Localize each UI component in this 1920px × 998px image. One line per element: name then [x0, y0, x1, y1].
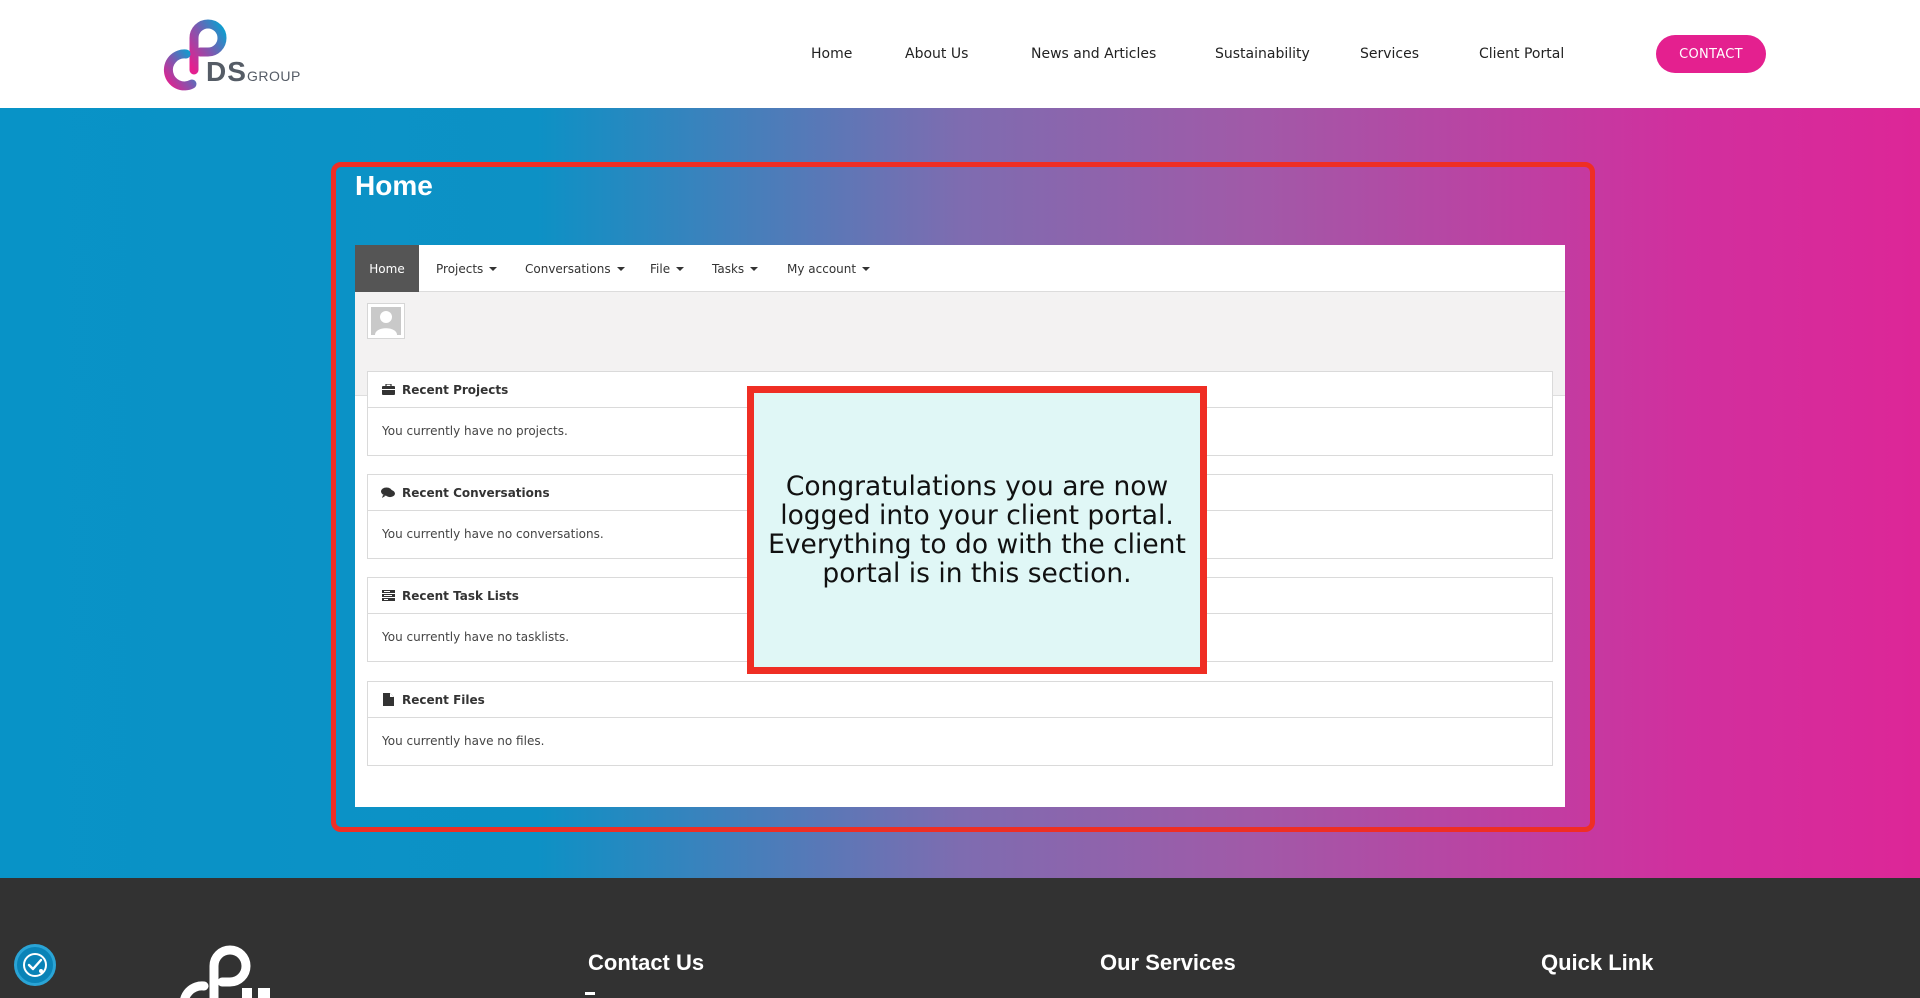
panel-title: Recent Task Lists: [402, 588, 519, 603]
user-placeholder-icon: [371, 307, 401, 335]
panel-title: Recent Projects: [402, 382, 509, 397]
logo-subtext: GROUP: [247, 68, 301, 84]
portal-tab-file[interactable]: File: [650, 245, 685, 292]
footer-heading-quick-link: Quick Link: [1541, 950, 1654, 975]
accessibility-check-icon: [23, 953, 47, 977]
portal-tab-label: File: [650, 261, 671, 276]
welcome-callout: Congratulations you are now logged into …: [747, 386, 1207, 674]
recent-files-panel: Recent Files You currently have no files…: [367, 681, 1553, 766]
portal-tab-label: Conversations: [525, 261, 611, 276]
portal-tab-projects[interactable]: Projects: [436, 245, 498, 292]
panel-body: You currently have no projects.: [382, 424, 568, 438]
portal-tab-label: Tasks: [712, 261, 745, 276]
footer-logo[interactable]: [164, 940, 284, 998]
accessibility-button[interactable]: [14, 944, 56, 986]
caret-down-icon: [616, 266, 625, 271]
site-footer: Contact Us Our Services Quick Link: [0, 878, 1920, 998]
footer-divider: [585, 992, 595, 995]
nav-client-portal[interactable]: Client Portal: [1479, 46, 1564, 62]
caret-down-icon: [750, 266, 759, 271]
contact-button[interactable]: CONTACT: [1656, 35, 1766, 73]
nav-about-us[interactable]: About Us: [905, 46, 968, 62]
portal-tab-home[interactable]: Home: [355, 245, 419, 292]
panel-title: Recent Conversations: [402, 485, 550, 500]
panel-header: Recent Files: [368, 682, 1552, 718]
caret-down-icon: [489, 266, 498, 271]
footer-heading-contact-us: Contact Us: [588, 950, 705, 975]
panel-body: You currently have no conversations.: [382, 527, 604, 541]
file-icon: [380, 693, 396, 707]
portal-tab-label: My account: [787, 261, 857, 276]
callout-text: Congratulations you are now logged into …: [768, 471, 1186, 589]
nav-news-and-articles[interactable]: News and Articles: [1031, 46, 1156, 62]
nav-home[interactable]: Home: [811, 46, 852, 62]
panel-title: Recent Files: [402, 692, 485, 707]
briefcase-icon: [380, 383, 396, 397]
portal-tab-label: Home: [369, 261, 405, 276]
caret-down-icon: [862, 266, 871, 271]
portal-tab-conversations[interactable]: Conversations: [525, 245, 625, 292]
panel-body: You currently have no tasklists.: [382, 630, 570, 644]
avatar[interactable]: [367, 303, 405, 339]
caret-down-icon: [676, 266, 685, 271]
footer-logo-mark-icon: [180, 945, 270, 998]
portal-nav: Home Projects Conversations File Tasks M…: [355, 245, 1565, 292]
page-title: Home: [355, 170, 433, 201]
comments-icon: [380, 486, 396, 500]
portal-tab-tasks[interactable]: Tasks: [712, 245, 759, 292]
nav-sustainability[interactable]: Sustainability: [1215, 46, 1310, 62]
tasks-icon: [380, 589, 396, 603]
portal-tab-label: Projects: [436, 261, 484, 276]
panel-body: You currently have no files.: [382, 734, 545, 748]
nav-services[interactable]: Services: [1360, 46, 1419, 62]
footer-heading-our-services: Our Services: [1100, 950, 1236, 975]
portal-tab-my-account[interactable]: My account: [787, 245, 871, 292]
site-header: DS GROUP Home About Us News and Articles…: [0, 0, 1920, 108]
main-nav: Home About Us News and Articles Sustaina…: [0, 46, 1920, 66]
